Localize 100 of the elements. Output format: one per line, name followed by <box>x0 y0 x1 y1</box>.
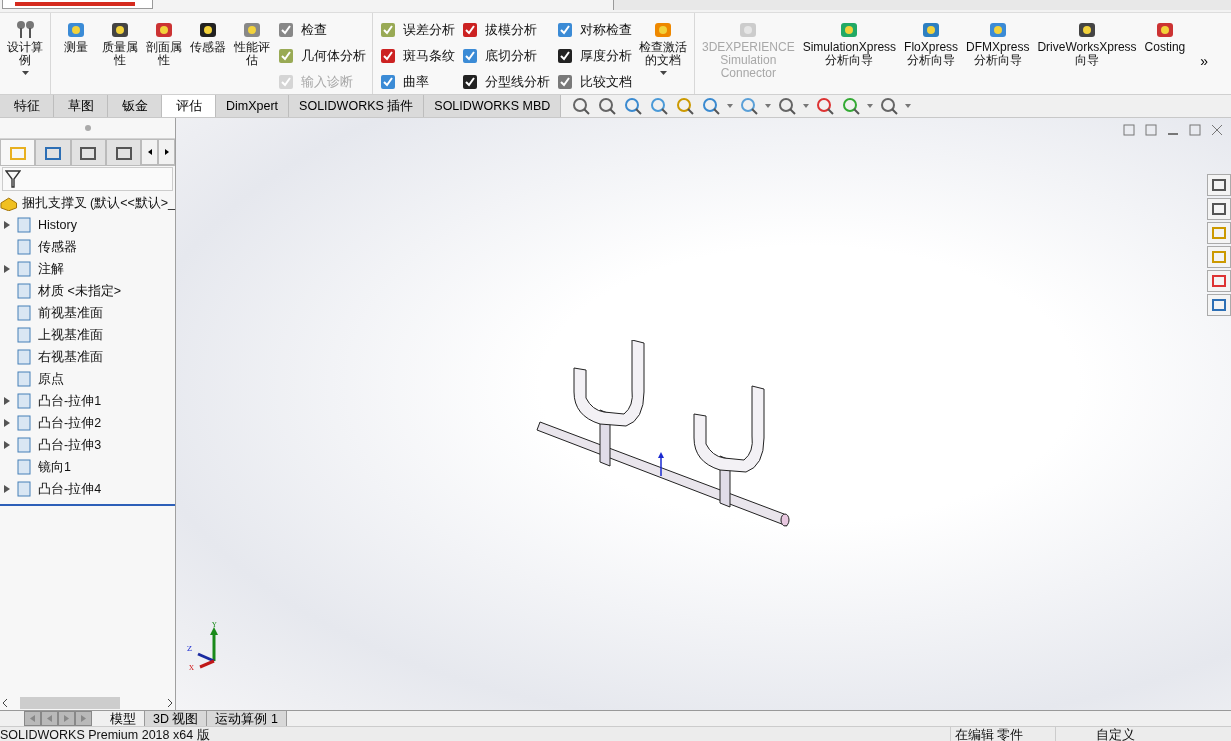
filter-field[interactable] <box>2 167 173 191</box>
expand-arrow-icon[interactable] <box>4 485 10 493</box>
panel-tab[interactable] <box>106 139 142 165</box>
ribbon-button[interactable]: 误差分析 <box>379 19 455 41</box>
view-tool-icon[interactable] <box>815 97 836 115</box>
tree-item[interactable]: 原点 <box>38 370 64 388</box>
panel-tab[interactable] <box>35 139 71 165</box>
panel-tab[interactable] <box>70 139 107 165</box>
bottom-tab[interactable]: 3D 视图 <box>145 711 208 726</box>
tool-icon <box>277 73 295 91</box>
caret-icon <box>905 104 912 108</box>
ribbon-button[interactable]: 性能评估 <box>233 17 271 69</box>
view-tool-icon[interactable] <box>777 97 798 115</box>
bottom-tab[interactable]: 运动算例 1 <box>207 711 287 726</box>
ribbon-button[interactable]: 剖面属性 <box>145 17 183 69</box>
task-pane-button[interactable] <box>1207 198 1231 220</box>
tree-item[interactable]: History <box>38 218 77 232</box>
ribbon-button[interactable]: 传感器 <box>189 17 227 56</box>
restore-icon[interactable] <box>1189 124 1201 136</box>
view-tool-icon[interactable] <box>571 97 592 115</box>
view-tool-icon[interactable] <box>841 97 862 115</box>
scroll-right-button[interactable] <box>158 139 175 165</box>
ribbon-button[interactable]: 分型线分析 <box>461 71 550 93</box>
view-tool-icon[interactable] <box>649 97 670 115</box>
feature-icon <box>14 326 34 344</box>
ribbon-button[interactable]: 几何体分析 <box>277 45 366 67</box>
expand-arrow-icon[interactable] <box>4 441 10 449</box>
tree-item[interactable]: 材质 <未指定> <box>38 282 122 300</box>
left-arrow-icon <box>47 715 52 722</box>
expand-arrow-icon[interactable] <box>4 221 10 229</box>
ribbon-button[interactable]: 设计算例 <box>6 17 44 77</box>
tree-item[interactable]: 凸台-拉伸1 <box>38 392 102 410</box>
tool-icon <box>556 21 574 39</box>
command-tab[interactable]: SOLIDWORKS MBD <box>424 95 562 117</box>
expand-arrow-icon[interactable] <box>4 265 10 273</box>
feature-icon <box>14 414 34 432</box>
ribbon-button[interactable]: FloXpress 分析向导 <box>903 17 960 69</box>
task-pane-button[interactable] <box>1207 270 1231 292</box>
tree-item[interactable]: 镜向1 <box>38 458 71 476</box>
view-tool-icon[interactable] <box>879 97 900 115</box>
feature-icon <box>14 260 34 278</box>
ribbon-button[interactable]: 检查 <box>277 19 366 41</box>
view-tool-icon[interactable] <box>739 97 760 115</box>
ribbon-button[interactable]: 测量 <box>57 17 95 56</box>
task-pane-icon <box>1211 273 1227 289</box>
task-pane-icon <box>1211 225 1227 241</box>
ribbon-button[interactable]: Costing <box>1143 17 1187 56</box>
command-tab[interactable]: DimXpert <box>216 95 290 117</box>
view-tool-icon[interactable] <box>623 97 644 115</box>
tool-icon <box>556 47 574 65</box>
tool-icon <box>556 73 574 91</box>
right-arrow-icon <box>81 715 86 722</box>
ribbon-button[interactable]: 质量属性 <box>101 17 139 69</box>
expand-arrow-icon[interactable] <box>4 397 10 405</box>
tree-item[interactable]: 传感器 <box>38 238 77 256</box>
tree-item[interactable]: 上视基准面 <box>38 326 103 344</box>
ribbon-button[interactable]: 对称检查 <box>556 19 632 41</box>
ribbon-button[interactable]: DriveWorksXpress 向导 <box>1036 17 1138 69</box>
scrollbar-thumb[interactable] <box>20 697 120 709</box>
scroll-left-button[interactable] <box>141 139 159 165</box>
command-tab[interactable]: SOLIDWORKS 插件 <box>289 95 425 117</box>
view-tool-icon[interactable] <box>597 97 618 115</box>
tool-icon <box>277 21 295 39</box>
ribbon-button[interactable]: 拔模分析 <box>461 19 550 41</box>
view-tool-icon[interactable] <box>701 97 722 115</box>
caret-icon <box>765 104 772 108</box>
filter-icon <box>5 170 21 188</box>
caret-icon <box>659 71 667 75</box>
tree-item[interactable]: 注解 <box>38 260 64 278</box>
feature-icon <box>14 348 34 366</box>
task-pane-button[interactable] <box>1207 294 1231 316</box>
expand-arrow-icon[interactable] <box>4 419 10 427</box>
command-tab[interactable]: 特征 <box>0 95 54 117</box>
view-tool-icon[interactable] <box>675 97 696 115</box>
ribbon-button[interactable]: DFMXpress 分析向导 <box>965 17 1031 69</box>
ribbon-button[interactable]: 斑马条纹 <box>379 45 455 67</box>
tree-item[interactable]: 右视基准面 <box>38 348 103 366</box>
ribbon-button[interactable]: SimulationXpress 分析向导 <box>801 17 898 69</box>
ribbon-button[interactable]: 厚度分析 <box>556 45 632 67</box>
close-icon[interactable] <box>1211 124 1223 136</box>
left-arrow-icon <box>30 715 35 722</box>
tree-item[interactable]: 捆扎支撑叉 (默认<<默认>_ <box>21 194 175 212</box>
command-tab[interactable]: 草图 <box>54 95 108 117</box>
ribbon-button[interactable]: 曲率 <box>379 71 455 93</box>
tree-item[interactable]: 凸台-拉伸4 <box>38 480 102 498</box>
ribbon-button[interactable]: 检查激活的文档 <box>638 17 688 77</box>
command-tab[interactable]: 评估 <box>162 95 216 117</box>
tree-item[interactable]: 凸台-拉伸2 <box>38 414 102 432</box>
command-tab[interactable]: 钣金 <box>108 95 162 117</box>
tree-item[interactable]: 前视基准面 <box>38 304 103 322</box>
tool-icon <box>379 47 397 65</box>
task-pane-icon <box>1211 177 1227 193</box>
more-button[interactable]: » <box>1200 53 1209 69</box>
tree-item[interactable]: 凸台-拉伸3 <box>38 436 102 454</box>
task-pane-button[interactable] <box>1207 174 1231 196</box>
ribbon-button[interactable]: 底切分析 <box>461 45 550 67</box>
ribbon-button[interactable]: 比较文档 <box>556 71 632 93</box>
part-icon <box>0 195 18 211</box>
feature-icon <box>14 436 34 454</box>
task-pane-icon <box>1211 249 1227 265</box>
